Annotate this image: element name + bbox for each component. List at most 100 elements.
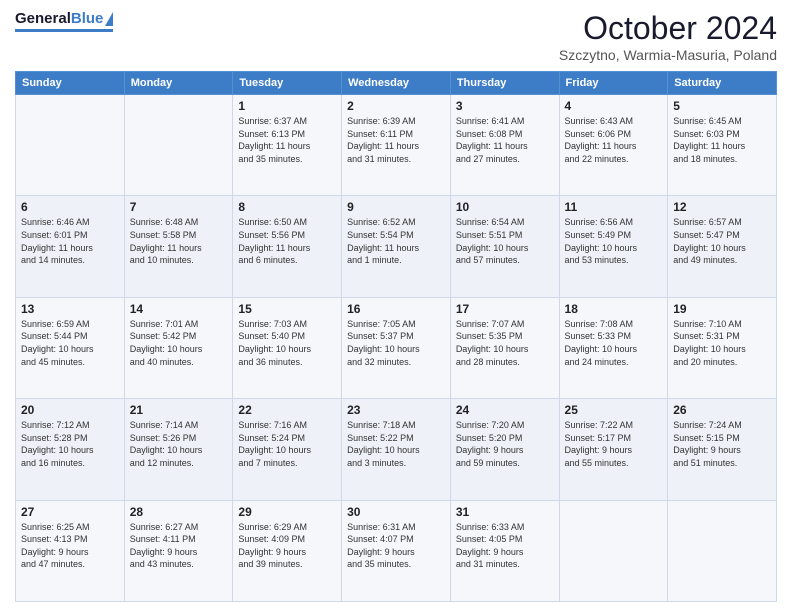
day-number: 16	[347, 302, 445, 316]
calendar-cell: 27 Sunrise: 6:25 AMSunset: 4:13 PMDayligh…	[16, 500, 125, 601]
day-number: 11	[565, 200, 663, 214]
week-row-1: 1Sunrise: 6:37 AMSunset: 6:13 PMDaylight…	[16, 95, 777, 196]
calendar-cell: 30 Sunrise: 6:31 AMSunset: 4:07 PMDayligh…	[342, 500, 451, 601]
day-number: 5	[673, 99, 771, 113]
cell-text: Sunrise: 6:56 AMSunset: 5:49 PMDaylight:…	[565, 216, 663, 266]
day-number: 23	[347, 403, 445, 417]
day-number: 7	[130, 200, 228, 214]
calendar-cell: 31Sunrise: 6:33 AMSunset: 4:05 PMDayligh…	[450, 500, 559, 601]
cell-text: Sunrise: 6:39 AMSunset: 6:11 PMDaylight:…	[347, 115, 445, 165]
calendar-cell: 19Sunrise: 7:10 AMSunset: 5:31 PMDayligh…	[668, 297, 777, 398]
logo: General Blue	[15, 10, 113, 32]
calendar-cell: 7 Sunrise: 6:48 AMSunset: 5:58 PMDaylight…	[124, 196, 233, 297]
cell-text: Sunrise: 6:37 AMSunset: 6:13 PMDaylight:…	[238, 115, 336, 165]
week-row-3: 13Sunrise: 6:59 AMSunset: 5:44 PMDayligh…	[16, 297, 777, 398]
cell-text: Sunrise: 7:08 AMSunset: 5:33 PMDaylight:…	[565, 318, 663, 368]
day-number: 17	[456, 302, 554, 316]
cell-text: Sunrise: 7:18 AMSunset: 5:22 PMDaylight:…	[347, 419, 445, 469]
cell-text: Sunrise: 7:03 AMSunset: 5:40 PMDaylight:…	[238, 318, 336, 368]
logo-word: General Blue	[15, 10, 113, 27]
calendar-cell: 29 Sunrise: 6:29 AMSunset: 4:09 PMDayligh…	[233, 500, 342, 601]
cell-text: Sunrise: 6:54 AMSunset: 5:51 PMDaylight:…	[456, 216, 554, 266]
cell-text: Sunrise: 6:45 AMSunset: 6:03 PMDaylight:…	[673, 115, 771, 165]
calendar-cell: 16 Sunrise: 7:05 AMSunset: 5:37 PMDayligh…	[342, 297, 451, 398]
calendar-cell: 24 Sunrise: 7:20 AMSunset: 5:20 PMDayligh…	[450, 399, 559, 500]
calendar-subtitle: Szczytno, Warmia-Masuria, Poland	[559, 47, 777, 63]
day-number: 28	[130, 505, 228, 519]
cell-text: Sunrise: 7:10 AMSunset: 5:31 PMDaylight:…	[673, 318, 771, 368]
cell-text: Sunrise: 7:12 AMSunset: 5:28 PMDaylight:…	[21, 419, 119, 469]
day-number: 30	[347, 505, 445, 519]
cell-text: Sunrise: 6:29 AMSunset: 4:09 PMDaylight:…	[238, 521, 336, 571]
calendar-cell: 12 Sunrise: 6:57 AMSunset: 5:47 PMDayligh…	[668, 196, 777, 297]
day-number: 14	[130, 302, 228, 316]
day-number: 27	[21, 505, 119, 519]
calendar-cell: 3Sunrise: 6:41 AMSunset: 6:08 PMDaylight…	[450, 95, 559, 196]
calendar-cell	[16, 95, 125, 196]
page: General Blue October 2024 Szczytno, Warm…	[0, 0, 792, 612]
day-number: 8	[238, 200, 336, 214]
calendar-cell: 6Sunrise: 6:46 AMSunset: 6:01 PMDaylight…	[16, 196, 125, 297]
logo-underline	[15, 29, 113, 32]
cell-text: Sunrise: 6:57 AMSunset: 5:47 PMDaylight:…	[673, 216, 771, 266]
cell-text: Sunrise: 6:25 AMSunset: 4:13 PMDaylight:…	[21, 521, 119, 571]
day-number: 15	[238, 302, 336, 316]
calendar-cell	[124, 95, 233, 196]
calendar-cell: 28 Sunrise: 6:27 AMSunset: 4:11 PMDayligh…	[124, 500, 233, 601]
day-number: 10	[456, 200, 554, 214]
cell-text: Sunrise: 6:50 AMSunset: 5:56 PMDaylight:…	[238, 216, 336, 266]
cell-text: Sunrise: 7:07 AMSunset: 5:35 PMDaylight:…	[456, 318, 554, 368]
calendar-cell: 22Sunrise: 7:16 AMSunset: 5:24 PMDayligh…	[233, 399, 342, 500]
day-number: 6	[21, 200, 119, 214]
day-number: 12	[673, 200, 771, 214]
day-number: 3	[456, 99, 554, 113]
calendar-cell: 20 Sunrise: 7:12 AMSunset: 5:28 PMDayligh…	[16, 399, 125, 500]
cell-text: Sunrise: 7:22 AMSunset: 5:17 PMDaylight:…	[565, 419, 663, 469]
day-header-saturday: Saturday	[668, 72, 777, 95]
title-block: October 2024 Szczytno, Warmia-Masuria, P…	[559, 10, 777, 63]
day-header-sunday: Sunday	[16, 72, 125, 95]
calendar-cell: 4Sunrise: 6:43 AMSunset: 6:06 PMDaylight…	[559, 95, 668, 196]
day-number: 20	[21, 403, 119, 417]
header: General Blue October 2024 Szczytno, Warm…	[15, 10, 777, 63]
day-header-tuesday: Tuesday	[233, 72, 342, 95]
day-header-monday: Monday	[124, 72, 233, 95]
week-row-5: 27 Sunrise: 6:25 AMSunset: 4:13 PMDayligh…	[16, 500, 777, 601]
cell-text: Sunrise: 6:52 AMSunset: 5:54 PMDaylight:…	[347, 216, 445, 266]
cell-text: Sunrise: 6:27 AMSunset: 4:11 PMDaylight:…	[130, 521, 228, 571]
day-number: 24	[456, 403, 554, 417]
calendar-title: October 2024	[559, 10, 777, 47]
logo-triangle-icon	[105, 12, 113, 26]
cell-text: Sunrise: 7:24 AMSunset: 5:15 PMDaylight:…	[673, 419, 771, 469]
calendar-cell: 25 Sunrise: 7:22 AMSunset: 5:17 PMDayligh…	[559, 399, 668, 500]
day-number: 2	[347, 99, 445, 113]
calendar-cell: 13Sunrise: 6:59 AMSunset: 5:44 PMDayligh…	[16, 297, 125, 398]
day-number: 13	[21, 302, 119, 316]
week-row-2: 6Sunrise: 6:46 AMSunset: 6:01 PMDaylight…	[16, 196, 777, 297]
day-header-friday: Friday	[559, 72, 668, 95]
cell-text: Sunrise: 7:20 AMSunset: 5:20 PMDaylight:…	[456, 419, 554, 469]
day-header-row: SundayMondayTuesdayWednesdayThursdayFrid…	[16, 72, 777, 95]
day-number: 31	[456, 505, 554, 519]
calendar-cell: 26Sunrise: 7:24 AMSunset: 5:15 PMDayligh…	[668, 399, 777, 500]
cell-text: Sunrise: 7:01 AMSunset: 5:42 PMDaylight:…	[130, 318, 228, 368]
cell-text: Sunrise: 7:05 AMSunset: 5:37 PMDaylight:…	[347, 318, 445, 368]
day-header-thursday: Thursday	[450, 72, 559, 95]
calendar-header: SundayMondayTuesdayWednesdayThursdayFrid…	[16, 72, 777, 95]
calendar-body: 1Sunrise: 6:37 AMSunset: 6:13 PMDaylight…	[16, 95, 777, 602]
calendar-cell: 14 Sunrise: 7:01 AMSunset: 5:42 PMDayligh…	[124, 297, 233, 398]
calendar-cell: 2 Sunrise: 6:39 AMSunset: 6:11 PMDaylight…	[342, 95, 451, 196]
calendar-cell: 9Sunrise: 6:52 AMSunset: 5:54 PMDaylight…	[342, 196, 451, 297]
calendar-cell: 1Sunrise: 6:37 AMSunset: 6:13 PMDaylight…	[233, 95, 342, 196]
calendar-cell: 8 Sunrise: 6:50 AMSunset: 5:56 PMDaylight…	[233, 196, 342, 297]
cell-text: Sunrise: 6:48 AMSunset: 5:58 PMDaylight:…	[130, 216, 228, 266]
calendar-cell: 10 Sunrise: 6:54 AMSunset: 5:51 PMDayligh…	[450, 196, 559, 297]
cell-text: Sunrise: 7:14 AMSunset: 5:26 PMDaylight:…	[130, 419, 228, 469]
calendar-cell	[559, 500, 668, 601]
cell-text: Sunrise: 6:31 AMSunset: 4:07 PMDaylight:…	[347, 521, 445, 571]
calendar-cell: 21Sunrise: 7:14 AMSunset: 5:26 PMDayligh…	[124, 399, 233, 500]
day-number: 25	[565, 403, 663, 417]
day-number: 29	[238, 505, 336, 519]
calendar-cell: 23 Sunrise: 7:18 AMSunset: 5:22 PMDayligh…	[342, 399, 451, 500]
calendar-cell: 17 Sunrise: 7:07 AMSunset: 5:35 PMDayligh…	[450, 297, 559, 398]
